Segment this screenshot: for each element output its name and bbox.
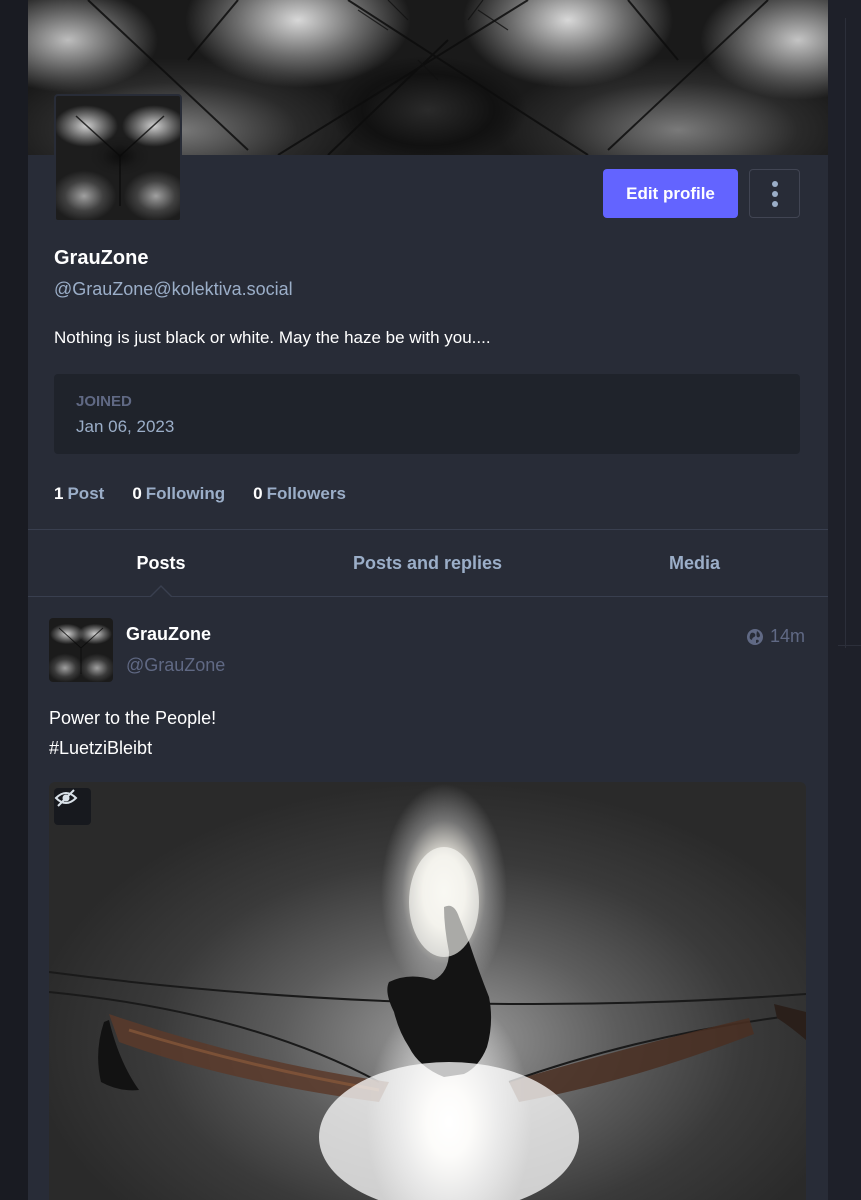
globe-icon xyxy=(746,628,763,645)
followers-count-link[interactable]: 0 Followers xyxy=(253,484,346,504)
status-account-handle[interactable]: @GrauZone xyxy=(126,655,225,676)
posts-count-number: 1 xyxy=(54,484,64,503)
status-timestamp[interactable]: 14m xyxy=(746,626,805,647)
joined-label: JOINED xyxy=(76,393,132,410)
more-options-button[interactable] xyxy=(749,169,800,218)
following-count-link[interactable]: 0 Following xyxy=(132,484,225,504)
media-attachment[interactable] xyxy=(49,782,806,1200)
active-tab-indicator xyxy=(150,587,172,598)
tab-posts-and-replies[interactable]: Posts and replies xyxy=(294,530,561,596)
followers-count-label: Followers xyxy=(266,484,346,503)
status-content: Power to the People! #LuetziBleibt xyxy=(49,703,216,763)
status-display-name[interactable]: GrauZone xyxy=(126,624,211,645)
profile-account-handle: @GrauZone@kolektiva.social xyxy=(54,279,293,299)
profile-counts: 1 Post 0 Following 0 Followers xyxy=(54,484,374,504)
followers-count-number: 0 xyxy=(253,484,263,503)
profile-display-name: GrauZone xyxy=(54,247,149,269)
page: Edit profile GrauZone @GrauZone@kolektiv… xyxy=(0,0,861,1200)
profile-bio: Nothing is just black or white. May the … xyxy=(54,328,491,347)
profile-avatar[interactable] xyxy=(54,94,182,222)
status-avatar[interactable] xyxy=(49,618,113,682)
profile-joined-field: JOINED Jan 06, 2023 xyxy=(54,374,800,454)
joined-date: Jan 06, 2023 xyxy=(76,417,175,436)
tab-media[interactable]: Media xyxy=(561,530,828,596)
hashtag-link[interactable]: #LuetziBleibt xyxy=(49,733,216,763)
right-rail-divider xyxy=(845,18,846,648)
eye-slash-icon xyxy=(54,789,78,807)
status-text-line: Power to the People! xyxy=(49,708,217,728)
posts-count-link[interactable]: 1 Post xyxy=(54,484,104,504)
posts-count-label: Post xyxy=(67,484,105,503)
profile-column: Edit profile GrauZone @GrauZone@kolektiv… xyxy=(28,0,828,1200)
hide-media-button[interactable] xyxy=(54,788,91,825)
following-count-label: Following xyxy=(145,484,226,503)
following-count-number: 0 xyxy=(132,484,142,503)
status-time-text: 14m xyxy=(769,626,805,646)
profile-tabs: Posts Posts and replies Media xyxy=(28,529,828,597)
vertical-ellipsis-icon xyxy=(771,179,778,209)
right-rail-divider xyxy=(838,645,861,646)
edit-profile-button[interactable]: Edit profile xyxy=(603,169,738,218)
status-post[interactable]: GrauZone @GrauZone 14m Power to the Peop… xyxy=(28,598,828,1200)
